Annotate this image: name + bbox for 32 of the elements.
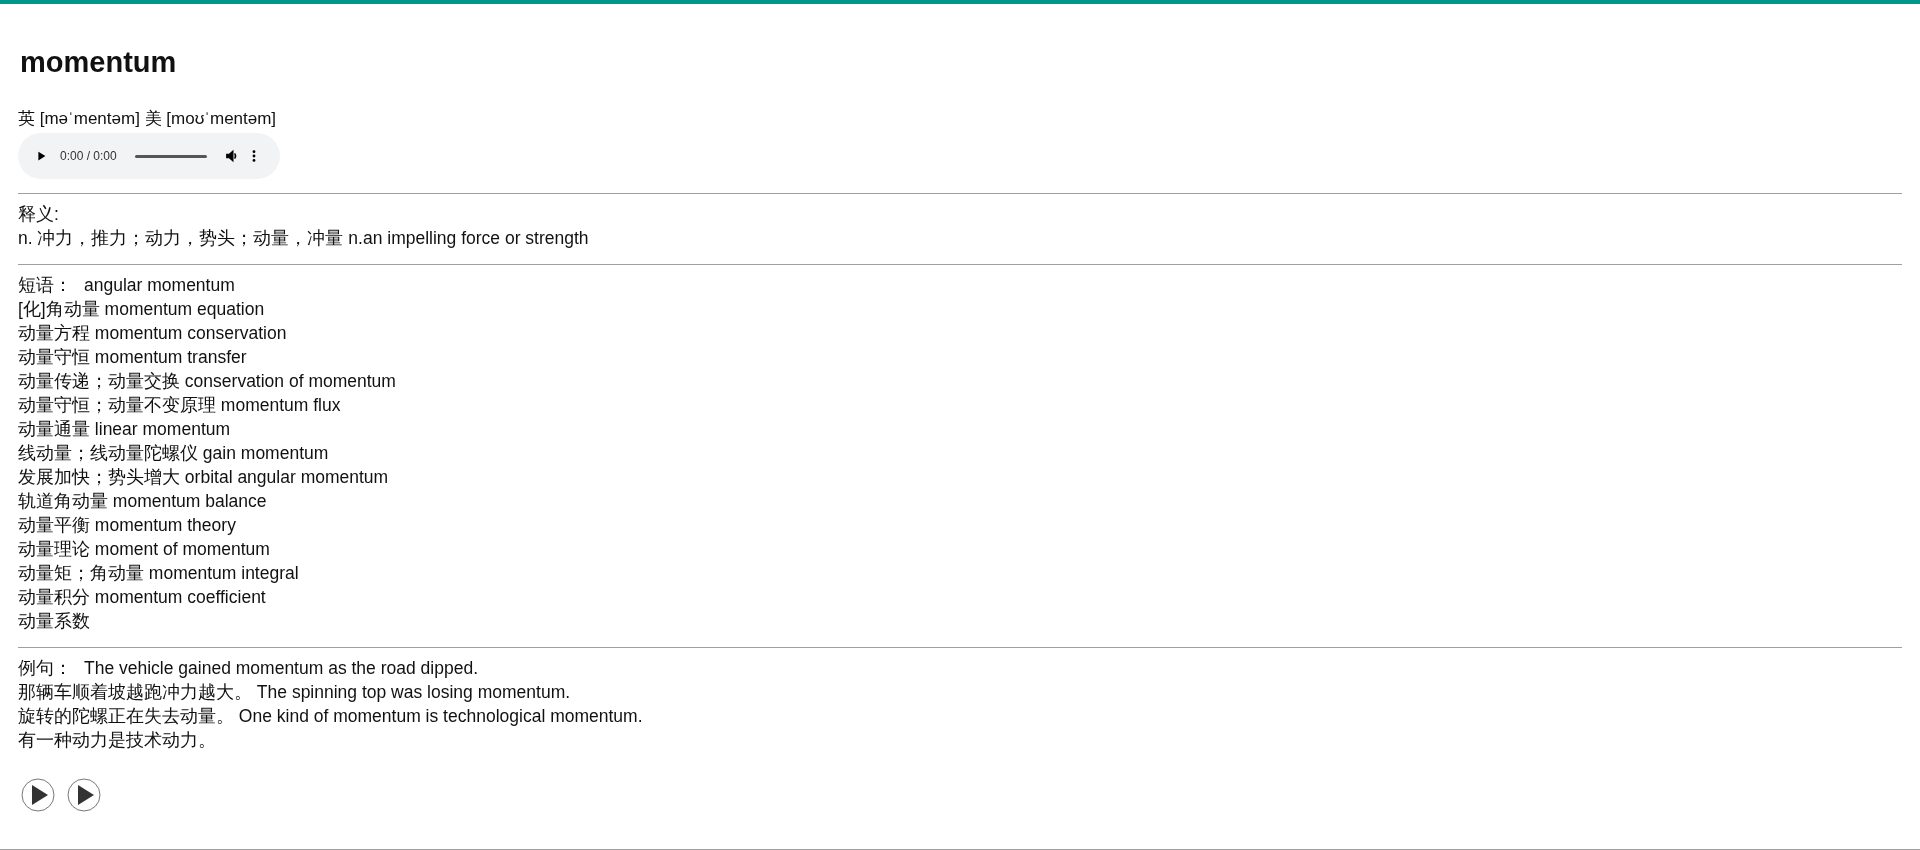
phrase-line: 线动量；线动量陀螺仪 gain momentum: [18, 442, 330, 465]
play-button[interactable]: [21, 778, 55, 812]
phrase-line: 动量理论 moment of momentum: [18, 538, 271, 561]
phrase-line: 动量系数: [18, 610, 91, 633]
phrase-line: 轨道角动量 momentum balance: [18, 490, 268, 513]
phrase-line: 动量平衡 momentum theory: [18, 514, 237, 537]
phrase-line: 动量矩；角动量 momentum integral: [18, 562, 300, 585]
phrase-line: [化]角动量 momentum equation: [18, 298, 266, 321]
example-line: 有一种动力是技术动力。: [18, 729, 217, 752]
phrase-line: 动量守恒；动量不变原理 momentum flux: [18, 394, 342, 417]
example-line: 旋转的陀螺正在失去动量。 One kind of momentum is technological momentum.: [18, 705, 644, 728]
word-title: momentum: [20, 46, 178, 79]
phrase-line: 发展加快；势头增大 orbital angular momentum: [18, 466, 390, 489]
phrases-label: 短语：: [18, 275, 72, 295]
play-button[interactable]: [67, 778, 101, 812]
pronunciation: 英 [məˈmentəm] 美 [moʊˈmentəm]: [18, 108, 278, 130]
example-line: 那辆车顺着坡越跑冲力越大。 The spinning top was losing momentum.: [18, 681, 572, 704]
definition-text: n. 冲力，推力；动力，势头；动量，冲量 n.an impelling force or strength: [18, 227, 590, 250]
audio-time: 0:00 / 0:00: [60, 149, 117, 163]
volume-icon[interactable]: [224, 149, 239, 163]
phrase-line: 动量积分 momentum coefficient: [18, 586, 267, 609]
phrase-line: 动量守恒 momentum transfer: [18, 346, 248, 369]
phrase-line: angular momentum: [84, 275, 235, 295]
audio-progress-slider[interactable]: [134, 154, 207, 158]
more-options-icon[interactable]: [250, 149, 257, 163]
phrase-line: 动量方程 momentum conservation: [18, 322, 288, 345]
phrase-line: 动量传递；动量交换 conservation of momentum: [18, 370, 397, 393]
phrase-line: 动量通量 linear momentum: [18, 418, 232, 441]
examples-label: 例句：: [18, 658, 72, 678]
audio-player[interactable]: 0:00 / 0:00: [18, 133, 280, 179]
definition-label: 释义:: [18, 203, 60, 226]
example-line: The vehicle gained momentum as the road dipped.: [84, 658, 478, 678]
